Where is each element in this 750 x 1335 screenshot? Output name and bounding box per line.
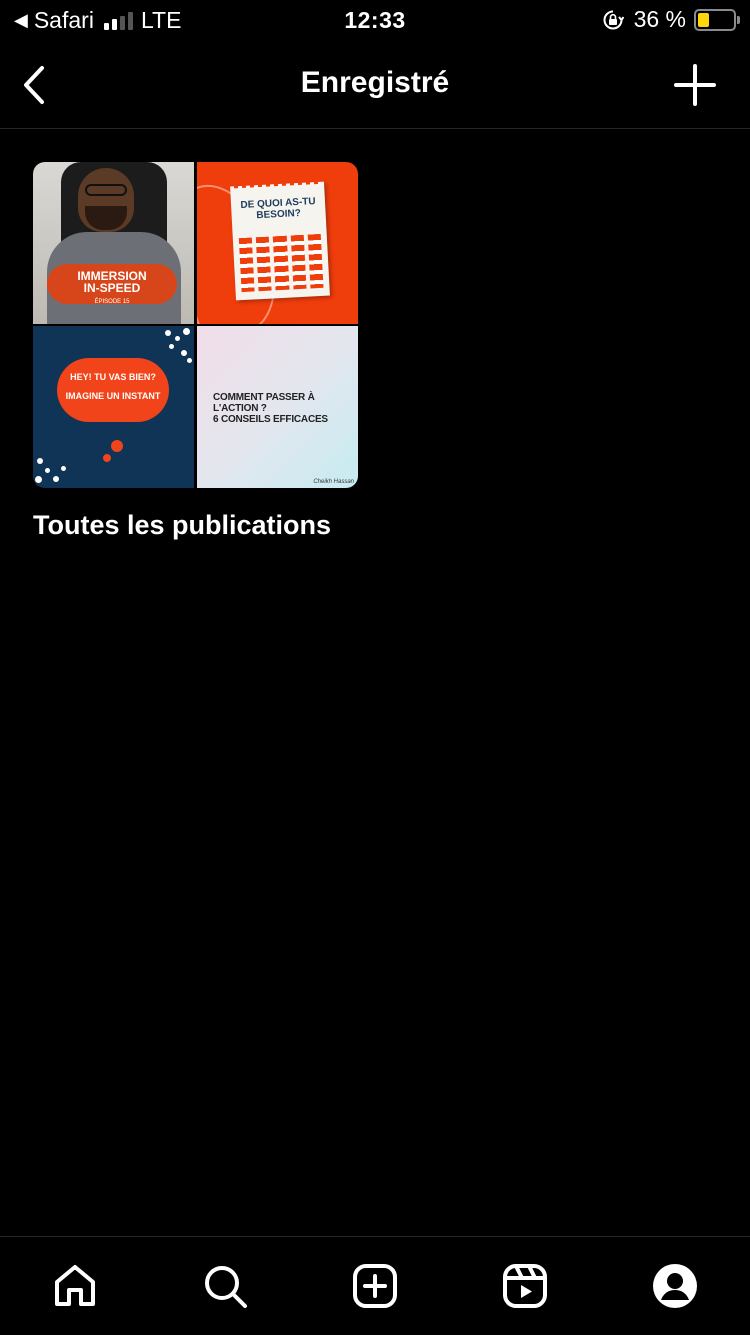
orientation-lock-icon: [603, 10, 624, 29]
bottom-tab-bar: [0, 1236, 750, 1335]
thumbnail-hey: HEY! TU VAS BIEN? IMAGINE UN INSTANT: [33, 326, 194, 488]
status-right: 36 %: [602, 6, 740, 33]
banner-episode: ÉPISODE 15: [94, 299, 130, 305]
add-collection-button[interactable]: [672, 62, 718, 108]
signature: Cheikh Hassan: [313, 479, 354, 485]
decor-dot: [183, 328, 190, 335]
decor-dot: [169, 344, 174, 349]
decor-dot: [181, 350, 187, 356]
glasses-shape: [85, 184, 127, 196]
immersion-banner: IMMERSION IN-SPEED ÉPISODE 15: [47, 264, 177, 305]
tab-home[interactable]: [50, 1261, 100, 1311]
collection-name[interactable]: Toutes les publications: [33, 510, 358, 541]
reels-icon: [503, 1264, 547, 1308]
thumbnail-immersion: IMMERSION IN-SPEED ÉPISODE 15: [33, 162, 194, 324]
thumbnail-action: COMMENT PASSER À L'ACTION ? 6 CONSEILS E…: [197, 326, 358, 488]
action-text: COMMENT PASSER À L'ACTION ? 6 CONSEILS E…: [213, 392, 353, 425]
action-line1: COMMENT PASSER À L'ACTION ?: [213, 392, 315, 414]
decor-dot: [45, 468, 50, 473]
decor-dot: [35, 476, 42, 483]
thumbnail-besoin: DE QUOI AS-TU BESOIN?: [197, 162, 358, 324]
saved-collection[interactable]: IMMERSION IN-SPEED ÉPISODE 15 DE QUOI AS…: [33, 162, 358, 541]
tab-profile[interactable]: [650, 1261, 700, 1311]
search-icon: [205, 1266, 247, 1308]
battery-icon: [694, 8, 740, 31]
cloud-line2: IMAGINE UN INSTANT: [65, 391, 161, 401]
decor-dot: [37, 458, 43, 464]
notepad: DE QUOI AS-TU BESOIN?: [230, 177, 330, 301]
notepad-title: DE QUOI AS-TU BESOIN?: [240, 196, 316, 222]
thought-cloud: HEY! TU VAS BIEN? IMAGINE UN INSTANT: [57, 358, 169, 422]
decor-dot: [53, 476, 59, 482]
battery-level-fill: [698, 12, 709, 27]
profile-icon: [653, 1264, 697, 1308]
tab-search[interactable]: [200, 1261, 250, 1311]
thought-bubble: [111, 440, 123, 452]
cloud-line1: HEY! TU VAS BIEN?: [70, 372, 156, 382]
decor-dot: [175, 336, 180, 341]
thought-bubble: [103, 454, 111, 462]
decor-dot: [61, 466, 66, 471]
action-line2: 6 CONSEILS EFFICACES: [213, 414, 328, 425]
tab-reels[interactable]: [500, 1261, 550, 1311]
decor-dot: [165, 330, 171, 336]
nav-header: Enregistré: [0, 42, 750, 129]
banner-line2: IN-SPEED: [83, 281, 141, 295]
status-bar: ◀ Safari LTE 12:33 36 %: [0, 0, 750, 42]
new-post-icon: [353, 1264, 397, 1308]
collection-thumbnail-grid[interactable]: IMMERSION IN-SPEED ÉPISODE 15 DE QUOI AS…: [33, 162, 358, 488]
decor-dot: [187, 358, 192, 363]
page-title: Enregistré: [300, 66, 450, 99]
plus-icon: [674, 64, 716, 106]
home-icon: [55, 1265, 95, 1306]
tab-new-post[interactable]: [350, 1261, 400, 1311]
notepad-tear-strips: [238, 233, 324, 293]
notepad-spiral: [233, 177, 321, 189]
battery-percentage: 36 %: [633, 6, 686, 32]
